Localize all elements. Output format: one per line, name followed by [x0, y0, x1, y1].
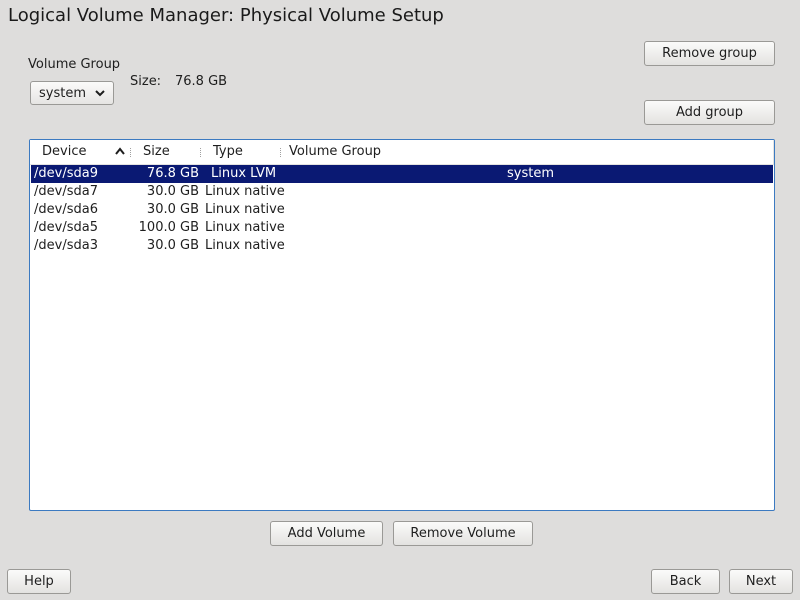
column-separator[interactable] [200, 148, 203, 157]
cell-type: Linux native [205, 220, 285, 235]
column-header-volume-group[interactable]: Volume Group [289, 144, 381, 159]
column-header-type[interactable]: Type [213, 144, 243, 159]
table-row[interactable]: /dev/sda9 76.8 GB Linux LVM system [31, 165, 773, 183]
volume-group-label: Volume Group [28, 57, 121, 72]
cell-device: /dev/sda7 [34, 184, 98, 199]
column-header-device[interactable]: Device [42, 144, 86, 159]
column-separator[interactable] [280, 148, 283, 157]
help-button-label: Help [24, 574, 54, 589]
table-row[interactable]: /dev/sda7 30.0 GB Linux native [31, 183, 773, 201]
remove-group-button[interactable]: Remove group [644, 41, 775, 66]
volume-group-select[interactable]: system [30, 81, 114, 105]
cell-size: 100.0 GB [138, 220, 199, 235]
back-button[interactable]: Back [651, 569, 720, 594]
remove-volume-button[interactable]: Remove Volume [393, 521, 533, 546]
chevron-down-icon [95, 90, 105, 97]
help-button[interactable]: Help [7, 569, 71, 594]
cell-device: /dev/sda5 [34, 220, 98, 235]
cell-type: Linux LVM [211, 166, 277, 181]
cell-device: /dev/sda9 [34, 166, 98, 181]
next-button-label: Next [745, 574, 777, 589]
cell-device: /dev/sda6 [34, 202, 98, 217]
size-value: 76.8 GB [175, 74, 228, 89]
cell-volume-group: system [507, 166, 554, 181]
physical-volume-table[interactable]: Device Size Type Volume Group /dev/sda9 … [29, 139, 775, 511]
sort-ascending-icon [115, 147, 125, 155]
remove-volume-button-label: Remove Volume [410, 526, 516, 541]
add-group-button[interactable]: Add group [644, 100, 775, 125]
volume-group-selected-value: system [39, 85, 86, 101]
add-volume-button[interactable]: Add Volume [270, 521, 383, 546]
column-header-size[interactable]: Size [143, 144, 170, 159]
cell-size: 30.0 GB [146, 238, 199, 253]
back-button-label: Back [669, 574, 702, 589]
table-row[interactable]: /dev/sda5 100.0 GB Linux native [31, 219, 773, 237]
cell-size: 30.0 GB [146, 184, 199, 199]
cell-size: 30.0 GB [146, 202, 199, 217]
table-header: Device Size Type Volume Group [30, 140, 774, 165]
window-title: Logical Volume Manager: Physical Volume … [8, 5, 444, 26]
next-button[interactable]: Next [729, 569, 793, 594]
cell-device: /dev/sda3 [34, 238, 98, 253]
cell-type: Linux native [205, 184, 285, 199]
remove-group-button-label: Remove group [662, 46, 757, 61]
table-row[interactable]: /dev/sda6 30.0 GB Linux native [31, 201, 773, 219]
table-row[interactable]: /dev/sda3 30.0 GB Linux native [31, 237, 773, 255]
add-group-button-label: Add group [675, 105, 744, 120]
cell-type: Linux native [205, 238, 285, 253]
add-volume-button-label: Add Volume [287, 526, 366, 541]
column-separator[interactable] [130, 148, 133, 157]
cell-size: 76.8 GB [146, 166, 199, 181]
header-end-divider [773, 140, 774, 164]
cell-type: Linux native [205, 202, 285, 217]
size-label: Size: [130, 74, 162, 89]
